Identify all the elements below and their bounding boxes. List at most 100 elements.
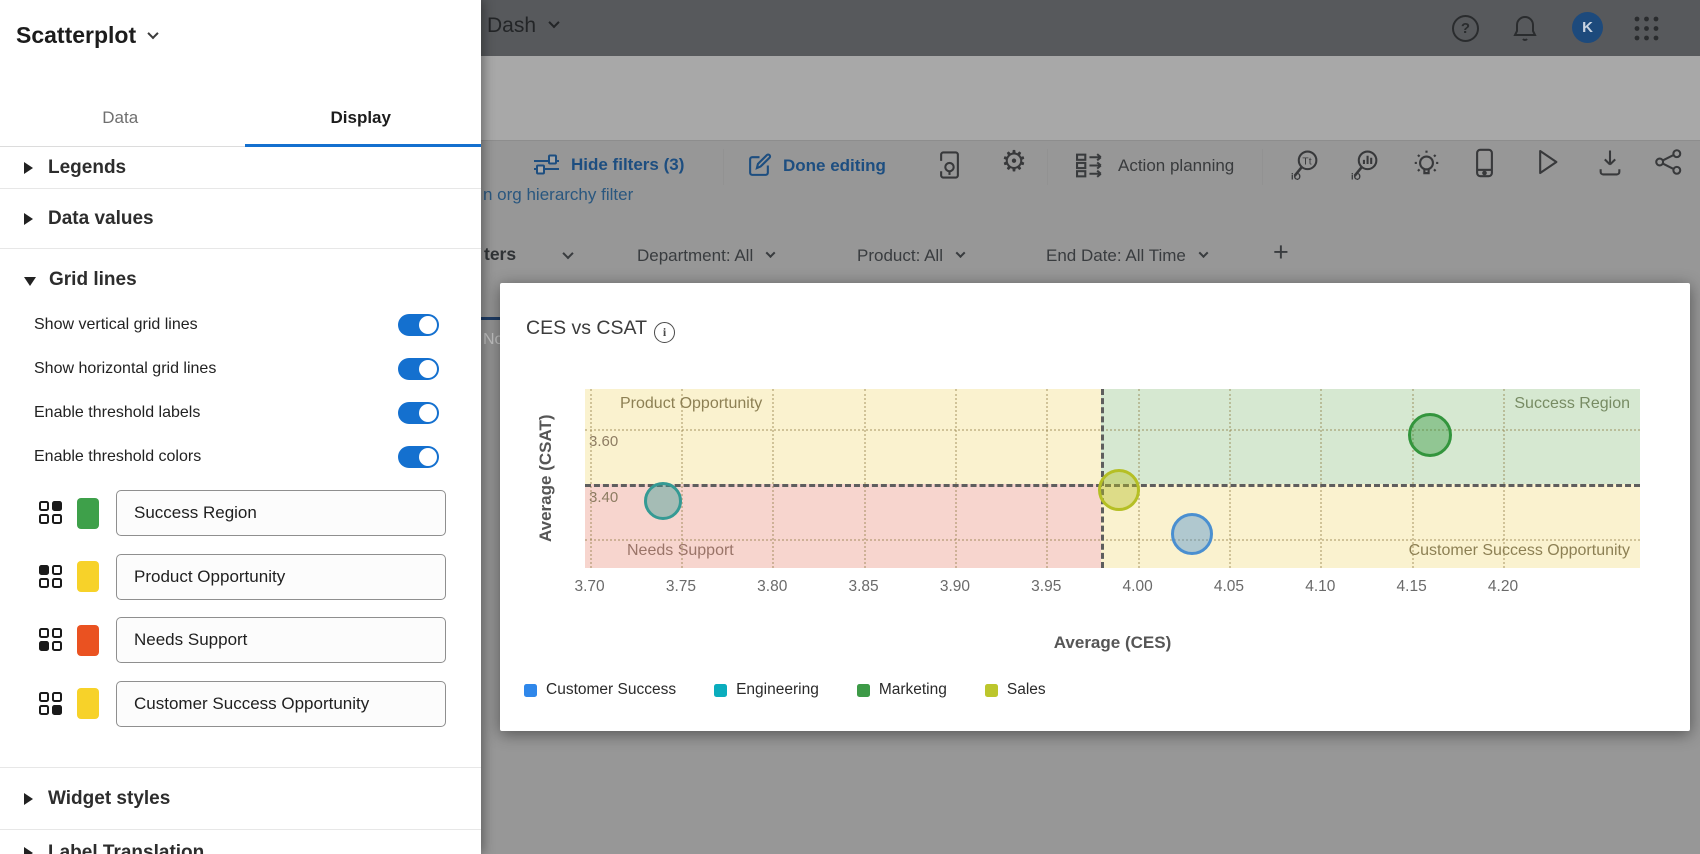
region-row — [0, 617, 481, 663]
user-avatar[interactable]: K — [1572, 12, 1603, 43]
x-tick-label: 3.85 — [848, 578, 878, 596]
toggle-row: Enable threshold colors — [0, 435, 481, 479]
divider — [0, 829, 481, 830]
quadrant-cell — [39, 641, 49, 651]
quadrant-cell — [39, 578, 49, 588]
toggle-label: Enable threshold colors — [34, 448, 201, 466]
region-color-swatch[interactable] — [77, 498, 99, 529]
toggle-switch[interactable] — [398, 358, 439, 380]
legend-swatch — [985, 684, 998, 697]
x-tick-label: 3.90 — [940, 578, 970, 596]
region-color-swatch[interactable] — [77, 625, 99, 656]
org-hierarchy-filter-link[interactable]: n org hierarchy filter — [483, 185, 633, 205]
vertical-gridline — [590, 389, 592, 568]
bubble-customer-success[interactable] — [1171, 513, 1213, 555]
legend-item[interactable]: Marketing — [857, 681, 947, 699]
filter-dropdown[interactable]: Product: All — [857, 246, 964, 266]
legend-label: Sales — [1007, 681, 1046, 699]
section-grid-lines[interactable]: Grid lines — [0, 255, 481, 305]
grid-lines-toggles: Show vertical grid linesShow horizontal … — [0, 303, 481, 479]
quadrant-label: Success Region — [1514, 395, 1630, 413]
legend-item[interactable]: Engineering — [714, 681, 819, 699]
legend-swatch — [524, 684, 537, 697]
dashboard-name-menu[interactable]: Dash — [487, 14, 558, 38]
toggle-label: Show horizontal grid lines — [34, 360, 216, 378]
quadrant-position-icon[interactable] — [39, 501, 63, 525]
add-filter-button[interactable]: + — [1273, 237, 1289, 268]
notifications-bell-icon[interactable] — [1511, 14, 1539, 47]
svg-text:Tt: Tt — [1302, 157, 1311, 168]
bubble-marketing[interactable] — [1408, 413, 1452, 457]
info-glyph: i — [663, 325, 666, 340]
bubble-engineering[interactable] — [644, 482, 682, 520]
toggle-label: Enable threshold labels — [34, 404, 200, 422]
quadrant-position-icon[interactable] — [39, 692, 63, 716]
section-data-values[interactable]: Data values — [0, 189, 481, 249]
section-widget-styles[interactable]: Widget styles — [0, 777, 481, 821]
hide-filters-button[interactable]: Hide filters (3) — [533, 153, 684, 176]
region-color-swatch[interactable] — [77, 688, 99, 719]
app-grid-icon[interactable] — [1633, 15, 1660, 47]
action-planning-button[interactable]: Action planning — [1076, 153, 1234, 178]
settings-gear-icon[interactable]: ⚙ — [1001, 148, 1027, 177]
quadrant-label: Product Opportunity — [620, 395, 762, 413]
text-iq-icon[interactable]: TtiQ — [1290, 149, 1321, 180]
panel-tabs: Data Display — [0, 90, 481, 147]
vertical-gridline — [1138, 389, 1140, 568]
share-icon[interactable] — [1655, 149, 1682, 175]
region-color-swatch[interactable] — [77, 561, 99, 592]
region-name-input[interactable] — [116, 490, 446, 536]
toggle-switch[interactable] — [398, 402, 439, 424]
filter-dropdown[interactable]: End Date: All Time — [1046, 246, 1207, 266]
info-icon[interactable]: i — [654, 322, 675, 343]
legend-label: Engineering — [736, 681, 819, 699]
chevron-down-icon — [1198, 248, 1208, 258]
section-label: Data values — [48, 208, 154, 230]
done-editing-button[interactable]: Done editing — [747, 153, 886, 178]
download-icon[interactable] — [1597, 149, 1623, 176]
collapsed-arrow-icon — [24, 793, 33, 805]
chevron-down-icon — [766, 248, 776, 258]
page-insights-icon[interactable] — [938, 151, 961, 179]
bubble-sales[interactable] — [1098, 469, 1140, 511]
legend-swatch — [857, 684, 870, 697]
filter-dropdown[interactable]: Department: All — [637, 246, 774, 266]
toggle-knob — [419, 360, 437, 378]
svg-text:iQ: iQ — [1291, 171, 1301, 180]
hidden-text-fragment: No — [483, 331, 500, 349]
x-tick-label: 4.15 — [1397, 578, 1427, 596]
quadrant-cell — [52, 565, 62, 575]
help-glyph: ? — [1461, 20, 1470, 37]
vertical-gridline — [1046, 389, 1048, 568]
toggle-switch[interactable] — [398, 446, 439, 468]
quadrant-cell — [52, 501, 62, 511]
quadrant-cell — [39, 705, 49, 715]
hide-filters-label: Hide filters (3) — [571, 155, 684, 175]
section-label: Legends — [48, 157, 126, 179]
tab-display[interactable]: Display — [241, 90, 482, 146]
legend-label: Marketing — [879, 681, 947, 699]
mobile-preview-icon[interactable] — [1475, 148, 1494, 178]
section-label-translation[interactable]: Label Translation — [0, 842, 481, 854]
quadrant-position-icon[interactable] — [39, 565, 63, 589]
section-legends[interactable]: Legends — [0, 147, 481, 189]
quadrant-position-icon[interactable] — [39, 628, 63, 652]
help-icon[interactable]: ? — [1452, 15, 1479, 42]
region-name-input[interactable] — [116, 617, 446, 663]
filters-menu-fragment[interactable]: ters — [484, 244, 572, 265]
play-icon[interactable] — [1536, 148, 1559, 176]
legend-item[interactable]: Sales — [985, 681, 1046, 699]
panel-title: Scatterplot — [16, 22, 136, 49]
region-name-input[interactable] — [116, 554, 446, 600]
tab-data[interactable]: Data — [0, 90, 241, 146]
toggle-switch[interactable] — [398, 314, 439, 336]
x-tick-label: 4.00 — [1123, 578, 1153, 596]
filter-label: Department: All — [637, 246, 753, 266]
chevron-down-icon — [548, 17, 559, 28]
widget-type-menu[interactable]: Scatterplot — [16, 22, 157, 49]
region-name-input[interactable] — [116, 681, 446, 727]
lightbulb-icon[interactable] — [1412, 148, 1441, 179]
svg-text:iQ: iQ — [1351, 171, 1361, 180]
legend-item[interactable]: Customer Success — [524, 681, 676, 699]
stats-iq-icon[interactable]: iQ — [1350, 149, 1381, 180]
